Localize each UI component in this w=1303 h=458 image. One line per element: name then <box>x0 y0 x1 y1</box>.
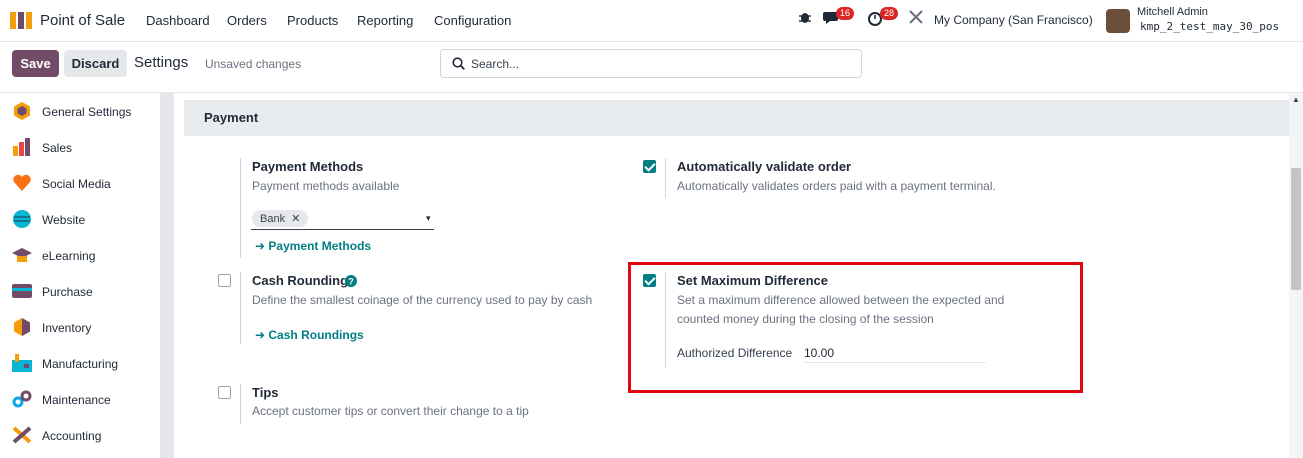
tag-label: Bank <box>260 213 286 225</box>
breadcrumb: Settings <box>134 54 189 71</box>
accounting-icon <box>12 426 32 444</box>
search-input[interactable] <box>471 55 851 73</box>
menu-orders[interactable]: Orders <box>227 13 267 28</box>
sidebar-item-purchase[interactable]: Purchase <box>0 273 160 309</box>
authorized-difference-input[interactable]: 10.00 <box>804 346 986 363</box>
activities-badge: 28 <box>880 7 899 20</box>
auto-validate-desc: Automatically validates orders paid with… <box>677 179 996 193</box>
messages-icon[interactable]: 16 <box>823 7 855 29</box>
pos-app-icon[interactable] <box>10 12 32 29</box>
payment-methods-title: Payment Methods <box>252 159 364 174</box>
cash-rounding-checkbox[interactable] <box>218 274 231 287</box>
general-settings-icon <box>14 102 30 120</box>
section-header: Payment <box>184 100 1289 136</box>
cash-roundings-link[interactable]: ➜ Cash Roundings <box>255 328 364 342</box>
social-media-icon <box>13 174 31 191</box>
payment-method-tag: Bank ✕ <box>252 210 309 227</box>
max-difference-checkbox[interactable] <box>643 274 656 287</box>
max-difference-desc-line1: Set a maximum difference allowed between… <box>677 293 1005 307</box>
sidebar-item-manufacturing[interactable]: Manufacturing <box>0 345 160 381</box>
setting-divider <box>240 158 241 258</box>
sidebar-item-label: Social Media <box>42 177 111 191</box>
user-name[interactable]: Mitchell Admin <box>1137 6 1208 18</box>
sidebar-item-sales[interactable]: Sales <box>0 129 160 165</box>
top-navbar: Point of Sale Dashboard Orders Products … <box>0 0 1303 42</box>
tag-remove-icon[interactable]: ✕ <box>291 213 300 225</box>
search-bar[interactable] <box>440 49 862 78</box>
scrollbar-thumb[interactable] <box>1291 168 1301 290</box>
sidebar-item-website[interactable]: Website <box>0 201 160 237</box>
search-icon <box>452 57 465 70</box>
sidebar-item-label: Maintenance <box>42 393 111 407</box>
menu-products[interactable]: Products <box>287 13 338 28</box>
elearning-icon <box>12 248 32 262</box>
payment-methods-field[interactable] <box>251 229 434 230</box>
sidebar-item-label: eLearning <box>42 249 96 263</box>
tips-desc: Accept customer tips or convert their ch… <box>252 404 529 418</box>
tips-title: Tips <box>252 385 279 400</box>
sidebar-item-label: Website <box>42 213 86 227</box>
setting-divider <box>240 272 241 344</box>
sales-icon <box>13 138 30 156</box>
website-icon <box>13 210 31 228</box>
user-avatar[interactable] <box>1106 9 1130 33</box>
authorized-difference-label: Authorized Difference <box>677 346 793 360</box>
settings-sidebar: General Settings Sales Social Media Webs… <box>0 93 160 458</box>
inventory-icon <box>14 318 30 336</box>
setting-divider <box>665 158 666 198</box>
sidebar-item-social-media[interactable]: Social Media <box>0 165 160 201</box>
max-difference-desc-line2: counted money during the closing of the … <box>677 312 934 326</box>
sidebar-item-maintenance[interactable]: Maintenance <box>0 381 160 417</box>
sidebar-item-label: General Settings <box>42 105 132 119</box>
sidebar-item-label: Accounting <box>42 429 102 443</box>
help-icon[interactable]: ? <box>345 275 357 287</box>
sidebar-item-label: Inventory <box>42 321 92 335</box>
menu-dashboard[interactable]: Dashboard <box>146 13 210 28</box>
sidebar-item-label: Manufacturing <box>42 357 119 371</box>
max-difference-title: Set Maximum Difference <box>677 273 828 288</box>
activities-clock-icon[interactable]: 28 <box>867 7 899 29</box>
auto-validate-title: Automatically validate order <box>677 159 852 174</box>
svg-text:?: ? <box>348 277 354 287</box>
purchase-icon <box>12 284 32 298</box>
sidebar-item-inventory[interactable]: Inventory <box>0 309 160 345</box>
setting-divider <box>665 272 666 368</box>
payment-methods-link[interactable]: ➜ Payment Methods <box>255 239 371 253</box>
section-title: Payment <box>204 110 259 125</box>
discard-button[interactable]: Discard <box>64 50 127 77</box>
save-button[interactable]: Save <box>12 50 59 77</box>
company-switcher[interactable]: My Company (San Francisco) <box>934 13 1093 27</box>
cash-rounding-title: Cash Rounding <box>252 273 349 288</box>
messages-badge: 16 <box>836 7 855 20</box>
manufacturing-icon <box>12 354 32 372</box>
auto-validate-checkbox[interactable] <box>643 160 656 173</box>
setting-divider <box>240 384 241 424</box>
menu-configuration[interactable]: Configuration <box>434 13 511 28</box>
database-name: kmp_2_test_may_30_pos <box>1140 20 1280 33</box>
tips-checkbox[interactable] <box>218 386 231 399</box>
sidebar-item-elearning[interactable]: eLearning <box>0 237 160 273</box>
dropdown-caret-icon[interactable]: ▾ <box>426 213 431 224</box>
sidebar-item-label: Sales <box>42 141 73 155</box>
tools-icon[interactable] <box>909 10 923 27</box>
app-name[interactable]: Point of Sale <box>40 12 125 29</box>
scroll-up-icon[interactable]: ▲ <box>1292 95 1300 104</box>
sidebar-scrollbar[interactable] <box>160 93 174 458</box>
unsaved-status: Unsaved changes <box>205 57 302 71</box>
debug-bug-icon[interactable] <box>799 10 811 27</box>
sidebar-item-general-settings[interactable]: General Settings <box>0 93 160 129</box>
sidebar-item-label: Purchase <box>42 285 93 299</box>
payment-methods-desc: Payment methods available <box>252 179 400 193</box>
maintenance-icon <box>12 390 32 408</box>
sidebar-item-accounting[interactable]: Accounting <box>0 417 160 453</box>
menu-reporting[interactable]: Reporting <box>357 13 413 28</box>
cash-rounding-desc: Define the smallest coinage of the curre… <box>252 293 593 307</box>
